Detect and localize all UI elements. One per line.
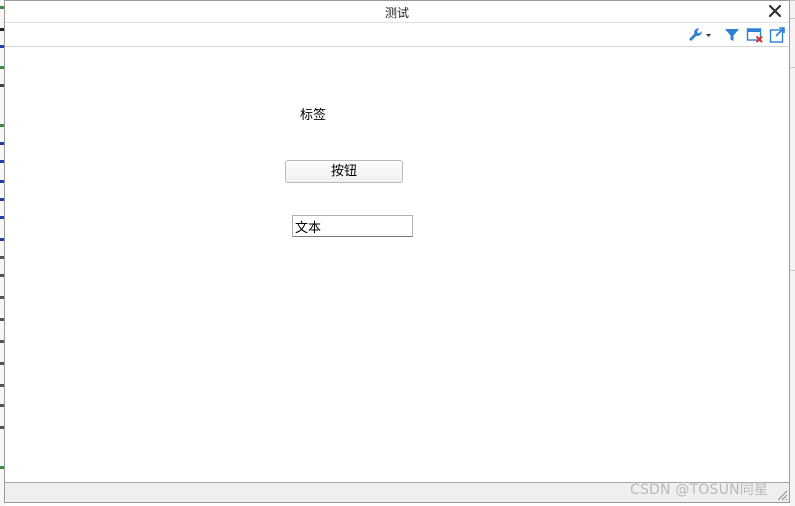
title-bar[interactable]: 测试 [5, 1, 789, 23]
close-icon [768, 4, 782, 18]
background-app-right [790, 0, 795, 506]
wrench-dropdown-button[interactable] [688, 26, 714, 44]
window-title: 测试 [384, 6, 409, 20]
close-button[interactable] [767, 3, 783, 19]
filter-icon [725, 29, 739, 41]
text-input[interactable] [292, 215, 413, 237]
window-close-icon [746, 28, 763, 43]
export-icon [769, 27, 785, 43]
toolbar [5, 23, 789, 47]
form-label: 标签 [300, 108, 327, 123]
wrench-icon [689, 28, 711, 41]
close-panel-button[interactable] [746, 26, 764, 44]
form-content: 标签 按钮 [5, 47, 789, 483]
dialog-window: 测试 标签 按钮 文本 [4, 0, 790, 503]
resize-grip-icon[interactable] [774, 487, 788, 501]
watermark: CSDN @TOSUN同星 [630, 482, 769, 498]
push-button[interactable]: 按钮 [285, 160, 403, 183]
export-button[interactable] [769, 26, 787, 44]
filter-button[interactable] [723, 26, 741, 44]
